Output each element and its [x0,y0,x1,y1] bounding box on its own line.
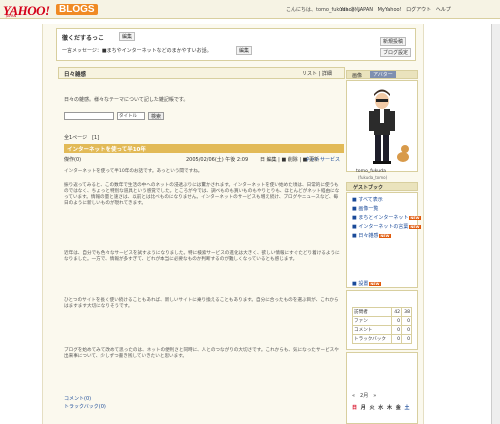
top-links: Yahoo! JAPAN MyYahoo! ログアウト ヘルプ [340,6,454,13]
avatar[interactable] [347,81,417,171]
search-input[interactable] [64,112,114,120]
tab-profile[interactable]: 画像 [352,72,362,79]
calendar-header[interactable]: « 2月 » [352,392,376,399]
article-paragraph: インターネットを使って半10年のお話です。あっという間ですね。 [64,169,203,174]
search-scope-select[interactable]: タイトル [117,112,145,120]
avatar-name[interactable]: tomo_fukuda [356,169,386,174]
top-link[interactable]: Yahoo! JAPAN [340,7,373,13]
avatar-handle: (fukuda_tomo) [358,175,388,180]
article-category[interactable]: ネットサービス [305,156,340,163]
blog-header-box [56,28,416,61]
calendar-weekdays: 日 月 火 水 木 金 土 [352,405,410,411]
sidebar-item[interactable]: ■ すべて表示 [352,196,383,203]
table-row: ファン 0 0 [351,316,412,326]
blog-settings-button[interactable]: ブログ設定 [380,48,412,57]
new-post-button[interactable]: 新規投稿 [380,37,407,46]
sidebar-item[interactable]: ■ 設置 NEW [352,280,381,287]
section-title: 日々雑感 [64,72,87,78]
avatar-box [346,80,418,172]
article-paragraph: 振り返ってみると、この数年で生活の中へのネットの浸透ぶりには驚かされます。インタ… [64,183,340,207]
sidebar-item[interactable]: ■ 日々雑感 NEW [352,232,391,239]
article-paragraph: ブログを始めてみて改めて思ったのは、ネットの便利さと同時に、人とのつながりの大切… [64,348,339,360]
article-paragraph: ひとつのサイトを長く使い続けることもあれば、新しいサイトに乗り換えることもありま… [64,298,339,310]
sidebar-heading: ゲストブック [353,185,384,191]
table-row: コメント 0 0 [351,325,412,335]
blogs-logo[interactable]: BLOGS [56,4,98,15]
top-link[interactable]: MyYahoo! [378,7,402,13]
table-row: 訪問者 42 38 [351,307,412,317]
comments-link[interactable]: コメント(0) [64,395,91,402]
sidebar-item[interactable]: ■ インターネットの言葉 NEW [352,223,421,230]
article-paragraph: 近年は、自分でも色々なサービスを試すようになりました。特に検索サービスの進化は大… [64,251,340,263]
table-row: トラックバック 0 0 [351,334,412,344]
trackbacks-link[interactable]: トラックバック(0) [64,403,106,410]
article-author: 傑作(0) [64,157,82,163]
article-date: 2005/02/06(土) 午後 2:09 [186,157,249,163]
tab-avatar[interactable]: アバター [370,71,396,78]
scrollbar[interactable] [491,24,500,424]
article-title[interactable]: インターネットを使って半10年 [67,145,146,153]
calendar-box [346,352,418,424]
sidebar-item[interactable]: ■ まちとインターネット NEW [352,214,421,221]
search-button[interactable]: 検索 [148,112,165,120]
logo-subtitle: JAPAN [6,14,17,18]
stats-table: 訪問者 42 38 ファン 0 0 コメント 0 0 トラックバック 0 0 [351,307,412,344]
message-label: 一言メッセージ： [62,48,102,54]
section-description: 日々の雑感。様々なテーマについて記した雑記帳です。 [64,97,189,103]
blog-message: 一言メッセージ：■まちやインターネットなどのまかやすいお話。 [62,47,212,54]
top-link[interactable]: ログアウト [406,7,431,13]
section-view-links[interactable]: リスト | 詳細 [302,70,332,77]
blog-title[interactable]: 徹くだするっこ [62,33,104,42]
top-link[interactable]: ヘルプ [436,7,451,13]
edit-message-button[interactable]: 編集 [236,46,253,55]
message-text: ■まちやインターネットなどのまかやすいお話。 [101,48,212,54]
edit-title-button[interactable]: 編集 [119,32,136,41]
pager[interactable]: 全1ページ [1] [64,134,99,141]
sidebar-item[interactable]: ■ 画像一覧 [352,205,378,212]
